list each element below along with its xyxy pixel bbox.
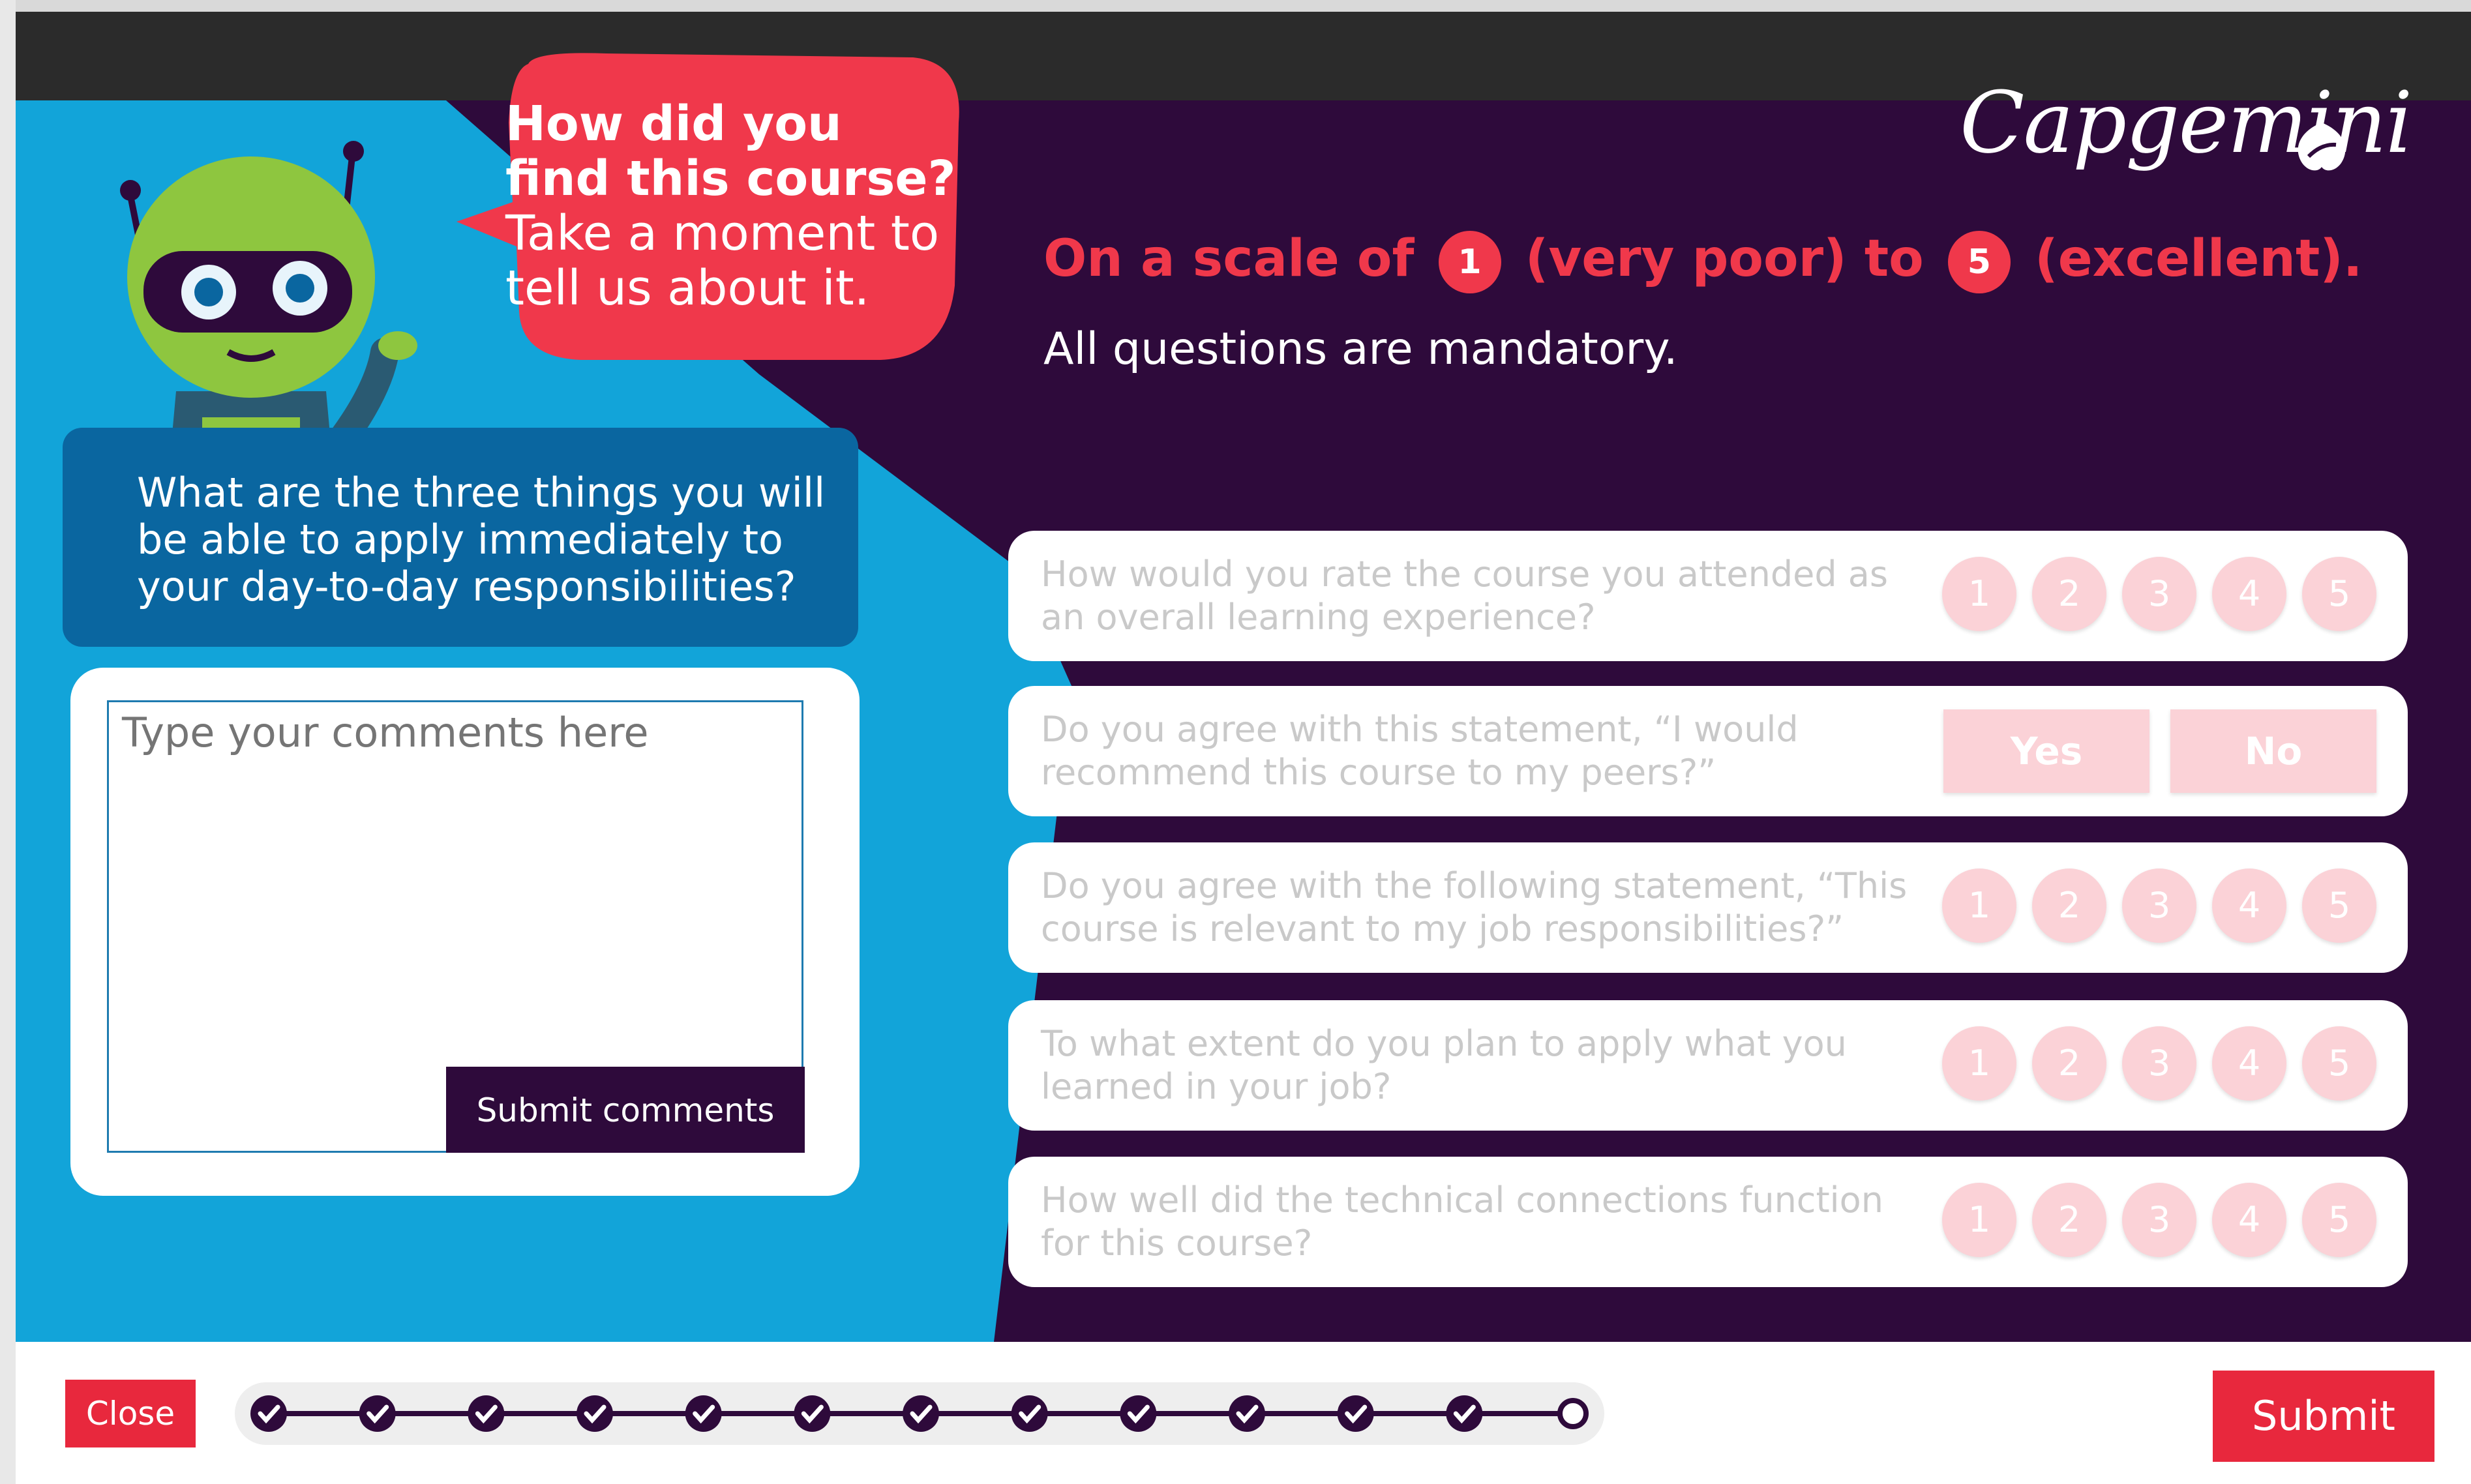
rating-option-4[interactable]: 4 — [2212, 1026, 2286, 1101]
rating-option-2[interactable]: 2 — [2032, 868, 2106, 943]
rating-option-1[interactable]: 1 — [1942, 1183, 2016, 1257]
progress-track — [235, 1382, 1604, 1445]
progress-step-complete-icon — [685, 1395, 722, 1432]
bubble-text: How did you find this course? Take a mom… — [505, 96, 962, 316]
rating-option-5[interactable]: 5 — [2302, 1183, 2376, 1257]
open-question-text: What are the three things you will be ab… — [137, 469, 826, 610]
submit-comments-button[interactable]: Submit comments — [446, 1067, 805, 1153]
question-text: How would you rate the course you attend… — [1041, 554, 1888, 638]
question-text: How well did the technical connections f… — [1041, 1180, 1883, 1264]
submit-button[interactable]: Submit — [2213, 1371, 2434, 1462]
yes-button[interactable]: Yes — [1943, 709, 2149, 793]
scale-low-label: (very poor) to — [1525, 230, 1924, 288]
bubble-title: How did you find this course? — [505, 96, 956, 207]
question-text: Do you agree with this statement, “I wou… — [1041, 709, 1799, 793]
rating-option-3[interactable]: 3 — [2122, 868, 2196, 943]
rating-option-3[interactable]: 3 — [2122, 1183, 2196, 1257]
progress-step-complete-icon — [1229, 1395, 1265, 1432]
progress-step-complete-icon — [794, 1395, 831, 1432]
progress-steps — [250, 1395, 1589, 1432]
no-button[interactable]: No — [2170, 709, 2376, 793]
progress-step-complete-icon — [250, 1395, 287, 1432]
question-row-4: To what extent do you plan to apply what… — [1008, 1000, 2408, 1131]
rating-option-2[interactable]: 2 — [2032, 1026, 2106, 1101]
scale-high-badge: 5 — [1947, 230, 2011, 293]
question-row-3: Do you agree with the following statemen… — [1008, 842, 2408, 973]
question-text: Do you agree with the following statemen… — [1041, 865, 1908, 949]
rating-option-2[interactable]: 2 — [2032, 1183, 2106, 1257]
rating-option-5[interactable]: 5 — [2302, 1026, 2376, 1101]
question-row-1: How would you rate the course you attend… — [1008, 531, 2408, 661]
question-text: To what extent do you plan to apply what… — [1041, 1023, 1847, 1107]
scale-prefix: On a scale of — [1043, 230, 1415, 288]
window-left-edge — [0, 0, 16, 1484]
progress-step-complete-icon — [1446, 1395, 1483, 1432]
rating-options: 1 2 3 4 5 — [1942, 557, 2376, 631]
rating-scale-legend: On a scale of 1 (very poor) to 5 (excell… — [1043, 230, 2363, 293]
progress-step-complete-icon — [468, 1395, 505, 1432]
rating-option-1[interactable]: 1 — [1942, 557, 2016, 631]
rating-option-4[interactable]: 4 — [2212, 868, 2286, 943]
scale-high-label: (excellent). — [2035, 230, 2363, 288]
rating-options: 1 2 3 4 5 — [1942, 868, 2376, 943]
rating-option-5[interactable]: 5 — [2302, 868, 2376, 943]
progress-step-complete-icon — [359, 1395, 396, 1432]
question-row-5: How well did the technical connections f… — [1008, 1157, 2408, 1287]
rating-option-3[interactable]: 3 — [2122, 557, 2196, 631]
progress-step-complete-icon — [1337, 1395, 1374, 1432]
close-button[interactable]: Close — [65, 1380, 196, 1447]
scale-low-badge: 1 — [1438, 230, 1501, 293]
progress-step-complete-icon — [577, 1395, 613, 1432]
bubble-subtitle: Take a moment to tell us about it. — [505, 205, 940, 316]
spade-logo-icon — [2298, 123, 2346, 171]
rating-options: 1 2 3 4 5 — [1942, 1026, 2376, 1101]
rating-option-1[interactable]: 1 — [1942, 1026, 2016, 1101]
rating-options: 1 2 3 4 5 — [1942, 1183, 2376, 1257]
progress-step-complete-icon — [1120, 1395, 1157, 1432]
browser-top-strip — [0, 0, 2471, 12]
mandatory-note: All questions are mandatory. — [1043, 323, 1678, 375]
progress-step-current-icon — [1557, 1398, 1589, 1429]
question-row-2: Do you agree with this statement, “I wou… — [1008, 686, 2408, 816]
progress-step-complete-icon — [903, 1395, 939, 1432]
rating-option-2[interactable]: 2 — [2032, 557, 2106, 631]
rating-option-5[interactable]: 5 — [2302, 557, 2376, 631]
rating-option-4[interactable]: 4 — [2212, 557, 2286, 631]
rating-option-3[interactable]: 3 — [2122, 1026, 2196, 1101]
progress-step-complete-icon — [1011, 1395, 1048, 1432]
rating-option-1[interactable]: 1 — [1942, 868, 2016, 943]
rating-option-4[interactable]: 4 — [2212, 1183, 2286, 1257]
